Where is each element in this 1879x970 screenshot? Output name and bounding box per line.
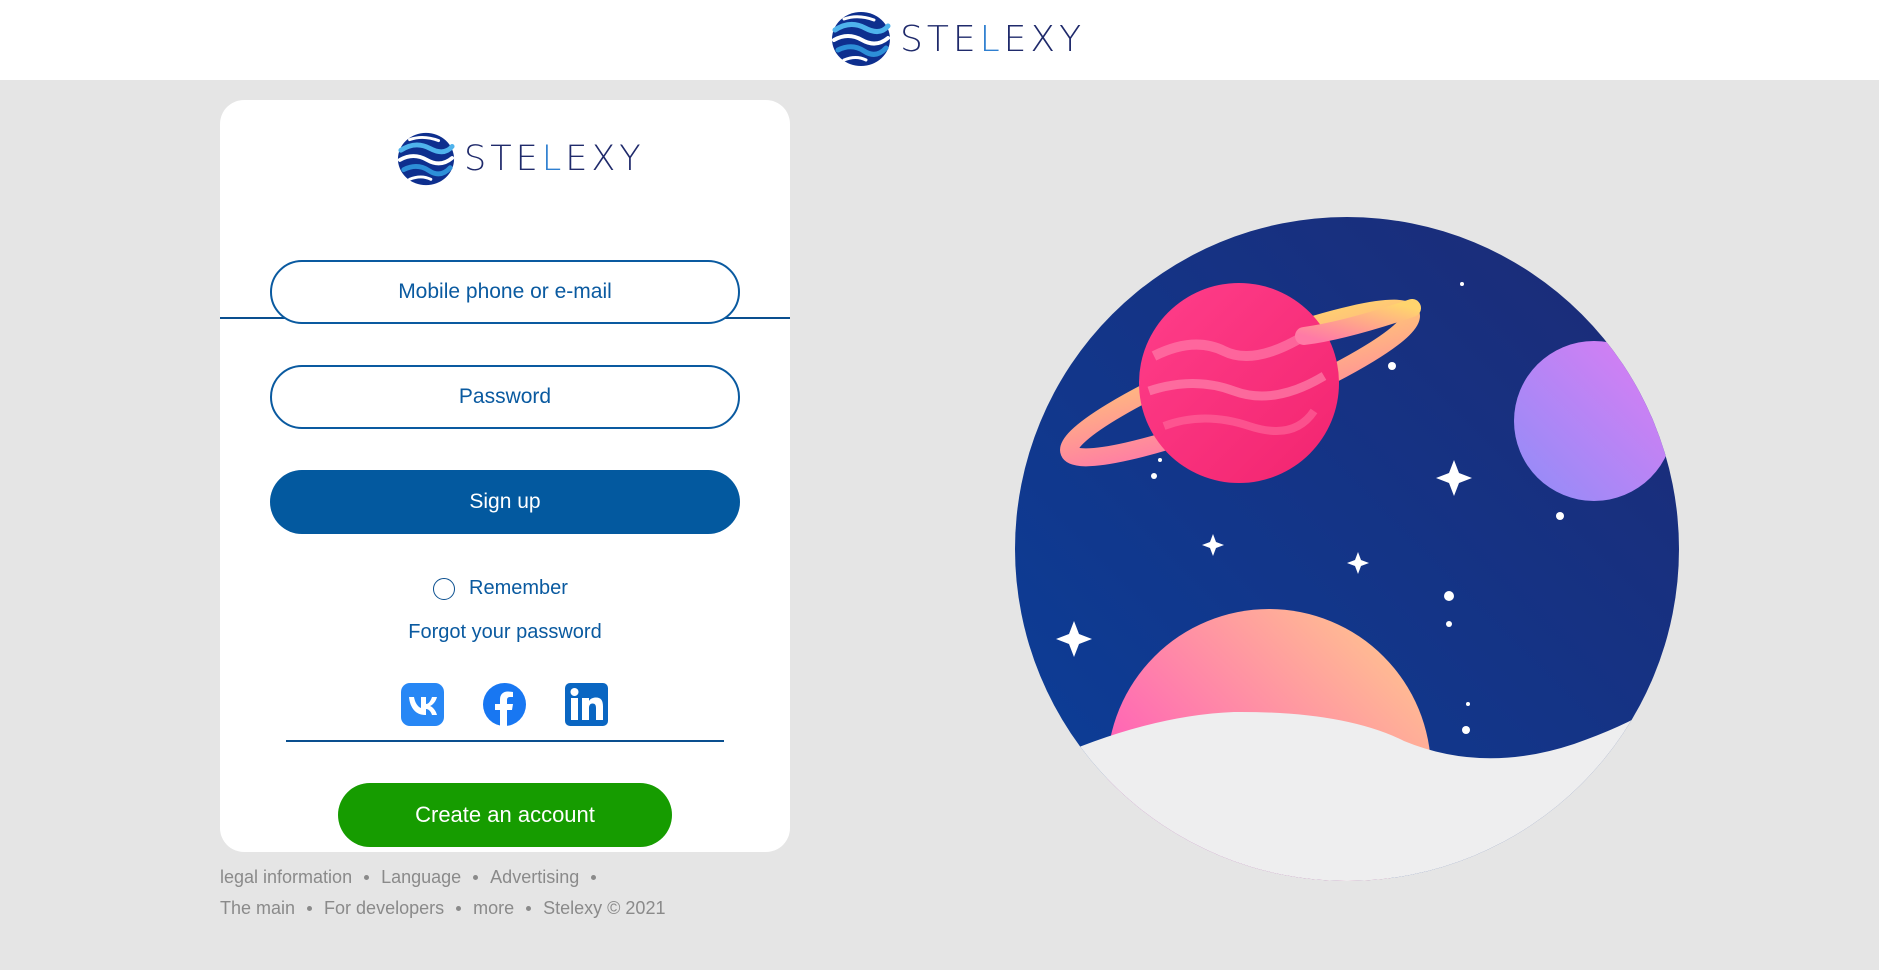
footer-copyright: Stelexy © 2021: [543, 898, 666, 918]
footer-links-row-1: legal information Language Advertising: [220, 867, 608, 888]
remember-label: Remember: [469, 577, 568, 599]
login-card: Mobile phone or e-mail Password Sign up …: [220, 100, 790, 852]
brand-name: STELEXY: [900, 18, 1086, 60]
vk-icon[interactable]: [401, 683, 444, 726]
footer-link-legal[interactable]: legal information: [220, 867, 352, 888]
footer-separator: [456, 906, 462, 911]
remember-radio-icon[interactable]: [433, 577, 455, 600]
footer-link-more[interactable]: more: [473, 898, 514, 919]
footer-link-advertising[interactable]: Advertising: [490, 867, 579, 888]
brand-name: STELEXY: [464, 139, 645, 179]
stelexy-globe-icon: [397, 132, 455, 186]
card-logo: STELEXY: [396, 128, 645, 190]
social-divider: [286, 740, 724, 742]
footer-link-developers[interactable]: For developers: [324, 898, 444, 919]
linkedin-icon[interactable]: [565, 683, 608, 726]
footer-separator: [526, 906, 532, 911]
footer-link-language[interactable]: Language: [381, 867, 461, 888]
footer-link-main[interactable]: The main: [220, 898, 295, 919]
facebook-icon[interactable]: [483, 683, 526, 726]
footer-separator: [364, 875, 370, 880]
create-account-button[interactable]: Create an account: [338, 783, 672, 847]
password-input[interactable]: Password: [270, 365, 740, 429]
remember-checkbox[interactable]: Remember: [433, 577, 568, 600]
forgot-password-link[interactable]: Forgot your password: [220, 621, 790, 644]
stelexy-globe-icon: [832, 12, 891, 66]
footer-separator: [307, 906, 313, 911]
footer-links-row-2: The main For developers more Stelexy © 2…: [220, 898, 665, 919]
top-bar: STELEXY: [0, 0, 1879, 80]
footer-separator: [473, 875, 479, 880]
footer-separator: [591, 875, 597, 880]
social-login-list: [401, 683, 608, 726]
sign-up-button[interactable]: Sign up: [270, 470, 740, 534]
header-logo[interactable]: STELEXY: [830, 7, 1085, 71]
login-input[interactable]: Mobile phone or e-mail: [270, 260, 740, 324]
space-illustration: [1015, 217, 1679, 881]
